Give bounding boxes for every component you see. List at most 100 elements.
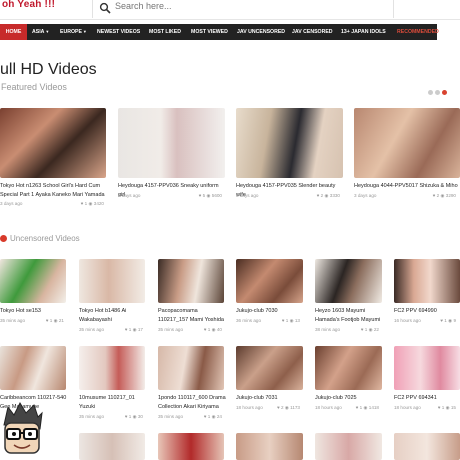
- nav-most-viewed[interactable]: Most Viewed: [191, 24, 228, 40]
- heart-icon: ♥: [440, 318, 444, 323]
- heart-icon: ♥: [276, 405, 280, 410]
- uncensored-heading: Uncensored Videos: [0, 234, 80, 243]
- video-title[interactable]: Jukujo-club 7030: [236, 307, 302, 316]
- video-thumbnail[interactable]: [236, 346, 303, 390]
- video-thumbnail[interactable]: [158, 259, 224, 303]
- video-thumbnail[interactable]: [0, 108, 106, 178]
- video-thumbnail[interactable]: [236, 108, 343, 178]
- eye-icon: ◉: [324, 193, 329, 198]
- video-thumbnail[interactable]: [0, 259, 66, 303]
- video-thumbnail[interactable]: [158, 433, 224, 460]
- video-meta: 35 mins ago ♥ 1 ◉ 17: [79, 327, 143, 332]
- video-thumbnail[interactable]: [315, 433, 382, 460]
- video-title[interactable]: 1pondo 110117_600 Drama Collection Akari…: [158, 394, 226, 411]
- featured-heading: Featured Videos: [1, 82, 67, 92]
- video-card[interactable]: Pacopacomama 110217_157 Mami Yoshida 35 …: [158, 259, 226, 339]
- video-card[interactable]: Heyzo 1603 Mayumi Hamada's Footjob Mayum…: [315, 259, 383, 339]
- eye-icon: ◉: [448, 318, 453, 323]
- eye-icon: ◉: [440, 193, 445, 198]
- video-title[interactable]: FC2 PPV 694990: [394, 307, 460, 316]
- search-bar[interactable]: Search here...: [92, 0, 394, 18]
- heart-icon: ♥: [437, 405, 441, 410]
- carousel-dot-active[interactable]: [442, 90, 447, 95]
- video-card[interactable]: Tokyo Hot se153 35 mins ago ♥ 1 ◉ 21: [0, 259, 68, 339]
- nav-most-liked[interactable]: Most Liked: [149, 24, 181, 40]
- nav-recommended[interactable]: Recommended: [397, 24, 439, 40]
- heart-icon: ♥: [80, 201, 84, 206]
- nav-newest-videos[interactable]: Newest Videos: [97, 24, 140, 40]
- featured-card[interactable]: Heydouga 4157-PPV035 Slender beauty wife…: [236, 108, 344, 208]
- video-thumbnail[interactable]: [394, 346, 460, 390]
- nerd-avatar-icon[interactable]: [0, 401, 44, 459]
- video-meta: 18 hours ago ♥ 2 ◉ 1173: [236, 405, 300, 410]
- video-title[interactable]: FC2 PPV 694341: [394, 394, 460, 403]
- eye-icon: ◉: [368, 327, 373, 332]
- video-card[interactable]: 1pondo 110117_600 Drama Collection Akari…: [158, 346, 226, 426]
- nav-jav-censored[interactable]: JAV Censored: [292, 24, 333, 40]
- video-title[interactable]: Heydouga 4044-PPV5017 Shizuka & Miho: [354, 182, 460, 191]
- video-meta: 36 mins ago ♥ 1 ◉ 13: [236, 318, 300, 323]
- video-thumbnail[interactable]: [315, 259, 382, 303]
- heart-icon: ♥: [316, 193, 320, 198]
- video-thumbnail[interactable]: [79, 346, 145, 390]
- video-title[interactable]: Tokyo Hot b1486 Ai Wakabayashi: [79, 307, 145, 324]
- video-card[interactable]: FC2 PPV 694990 16 hours ago ♥ 1 ◉ 9: [394, 259, 460, 339]
- video-thumbnail[interactable]: [394, 433, 460, 460]
- video-card[interactable]: Tokyo Hot b1486 Ai Wakabayashi 35 mins a…: [79, 259, 147, 339]
- video-thumbnail[interactable]: [354, 108, 460, 178]
- video-meta: 38 mins ago ♥ 1 ◉ 22: [315, 327, 379, 332]
- heart-icon: ♥: [198, 193, 202, 198]
- nav-japan-idols[interactable]: 13+ Japan Idols: [341, 24, 386, 40]
- video-meta: 3 days ago ♥ 5 ◉ 5600: [118, 193, 222, 198]
- video-card[interactable]: Jukujo-club 7030 36 mins ago ♥ 1 ◉ 13: [236, 259, 304, 339]
- video-card[interactable]: Jukujo-club 7025 18 hours ago ♥ 1 ◉ 1418: [315, 346, 383, 426]
- featured-card[interactable]: Heydouga 4157-PPV036 Sneaky uniform girl…: [118, 108, 226, 208]
- video-thumbnail[interactable]: [118, 108, 225, 178]
- eye-icon: ◉: [289, 318, 294, 323]
- video-title[interactable]: Tokyo Hot se153: [0, 307, 66, 316]
- video-thumbnail[interactable]: [236, 433, 303, 460]
- eye-icon: ◉: [88, 201, 93, 206]
- nav-asia[interactable]: Asia▼: [32, 24, 49, 40]
- carousel-dot[interactable]: [428, 90, 433, 95]
- eye-icon: ◉: [211, 414, 216, 419]
- video-thumbnail[interactable]: [315, 346, 382, 390]
- site-logo[interactable]: oh Yeah !!!: [2, 0, 55, 10]
- video-thumbnail[interactable]: [0, 346, 66, 390]
- video-meta: 35 mins ago ♥ 1 ◉ 21: [0, 318, 64, 323]
- featured-card[interactable]: Heydouga 4044-PPV5017 Shizuka & Miho 3 d…: [354, 108, 460, 208]
- video-title[interactable]: Jukujo-club 7031: [236, 394, 302, 403]
- video-title[interactable]: Jukujo-club 7025: [315, 394, 381, 403]
- heart-icon: ♥: [281, 318, 285, 323]
- heart-icon: ♥: [360, 327, 364, 332]
- carousel-dot[interactable]: [435, 90, 440, 95]
- video-meta: 35 mins ago ♥ 1 ◉ 24: [158, 414, 222, 419]
- video-title[interactable]: Pacopacomama 110217_157 Mami Yoshida: [158, 307, 226, 324]
- fire-icon: [0, 235, 7, 242]
- video-card[interactable]: FC2 PPV 694341 18 hours ago ♥ 1 ◉ 15: [394, 346, 460, 426]
- video-thumbnail[interactable]: [236, 259, 303, 303]
- video-meta: 18 hours ago ♥ 1 ◉ 15: [394, 405, 456, 410]
- video-meta: 35 mins ago ♥ 1 ◉ 40: [158, 327, 222, 332]
- heart-icon: ♥: [203, 327, 207, 332]
- search-icon[interactable]: [99, 2, 111, 14]
- nav-home[interactable]: Home: [0, 24, 27, 40]
- video-thumbnail[interactable]: [79, 433, 145, 460]
- video-title[interactable]: 10musume 110217_01 Yuzuki: [79, 394, 145, 411]
- video-thumbnail[interactable]: [79, 259, 145, 303]
- heart-icon: ♥: [124, 414, 128, 419]
- video-card[interactable]: Jukujo-club 7031 18 hours ago ♥ 2 ◉ 1173: [236, 346, 304, 426]
- video-thumbnail[interactable]: [158, 346, 224, 390]
- video-thumbnail[interactable]: [394, 259, 460, 303]
- nav-jav-uncensored[interactable]: JAV Uncensored: [237, 24, 285, 40]
- eye-icon: ◉: [53, 318, 58, 323]
- eye-icon: ◉: [445, 405, 450, 410]
- video-title[interactable]: Tokyo Hot n1263 School Girl's Hard Cum S…: [0, 182, 106, 199]
- nav-europe[interactable]: Europe▼: [60, 24, 87, 40]
- video-card[interactable]: 10musume 110217_01 Yuzuki 35 mins ago ♥ 1…: [79, 346, 147, 426]
- page-title: ull HD Videos: [0, 61, 97, 78]
- video-title[interactable]: Heyzo 1603 Mayumi Hamada's Footjob Mayum…: [315, 307, 383, 324]
- featured-card[interactable]: Tokyo Hot n1263 School Girl's Hard Cum S…: [0, 108, 108, 208]
- carousel-dots[interactable]: [428, 82, 449, 100]
- search-input[interactable]: Search here...: [115, 1, 172, 11]
